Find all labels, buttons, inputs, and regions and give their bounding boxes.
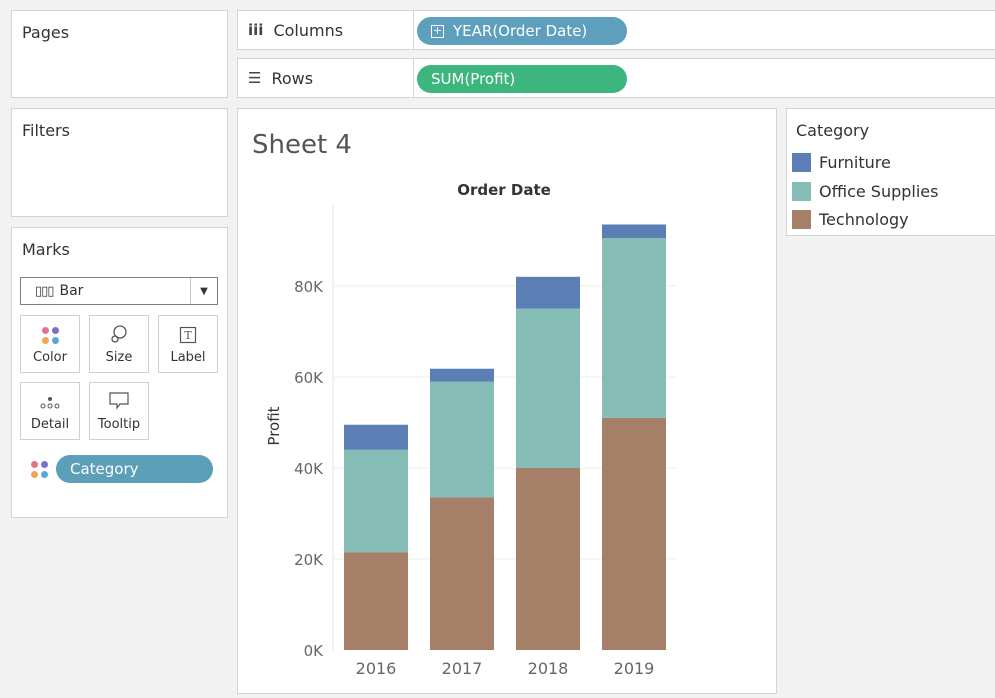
columns-shelf[interactable]: iii Columns + YEAR(Order Date) (237, 10, 995, 50)
sheet-title: Sheet 4 (252, 130, 352, 160)
mark-type-dropdown[interactable]: ▯▯▯ Bar ▼ (20, 277, 218, 305)
rows-shelf[interactable]: ☰ Rows SUM(Profit) (237, 58, 995, 98)
x-tick-label: 2018 (528, 659, 569, 678)
pages-panel[interactable]: Pages (11, 10, 228, 98)
bar-furniture-2017[interactable] (430, 368, 494, 382)
bar-furniture-2016[interactable] (344, 424, 408, 450)
size-icon (111, 325, 127, 343)
svg-text:T: T (184, 329, 192, 342)
y-tick-label: 60K (294, 369, 324, 387)
chart-header: Order Date (457, 181, 551, 199)
rows-shelf-label: ☰ Rows (238, 59, 414, 97)
pages-title: Pages (22, 23, 70, 42)
color-button[interactable]: Color (20, 315, 80, 373)
category-pill-label: Category (70, 460, 139, 478)
color-label: Color (33, 350, 67, 365)
bar-technology-2019[interactable] (602, 417, 666, 650)
legend-label: Office Supplies (819, 182, 939, 201)
legend-label: Technology (819, 210, 909, 229)
bar-office-supplies-2019[interactable] (602, 238, 666, 418)
bar-office-supplies-2018[interactable] (516, 308, 580, 468)
size-button[interactable]: Size (89, 315, 149, 373)
label-label: Label (170, 350, 206, 365)
columns-icon: iii (248, 21, 264, 39)
bar-technology-2017[interactable] (430, 497, 494, 650)
rows-label: Rows (271, 68, 314, 88)
color-dots-icon (41, 327, 59, 344)
columns-pill[interactable]: + YEAR(Order Date) (417, 17, 627, 45)
expand-plus-icon[interactable]: + (431, 24, 444, 38)
color-encoding-icon (31, 461, 48, 478)
bar-chart-icon: ▯▯▯ (35, 283, 54, 299)
filters-panel[interactable]: Filters (11, 108, 228, 217)
legend-item-office-supplies[interactable]: Office Supplies (792, 182, 938, 201)
chevron-down-icon[interactable]: ▼ (190, 278, 217, 304)
rows-icon: ☰ (248, 69, 262, 87)
y-tick-label: 20K (294, 551, 324, 569)
y-axis-title: Profit (265, 406, 283, 445)
columns-label: Columns (273, 20, 344, 40)
legend-label: Furniture (819, 153, 891, 172)
bar-office-supplies-2017[interactable] (430, 381, 494, 498)
size-label: Size (105, 350, 133, 365)
filters-title: Filters (22, 121, 70, 140)
legend-swatch (792, 182, 811, 201)
detail-label: Detail (30, 417, 70, 432)
tooltip-label: Tooltip (97, 417, 141, 432)
marks-title: Marks (22, 240, 70, 259)
columns-pill-label: YEAR(Order Date) (453, 22, 588, 40)
y-tick-label: 40K (294, 460, 324, 478)
y-tick-label: 0K (304, 642, 325, 660)
x-tick-label: 2016 (356, 659, 397, 678)
mark-type-value: Bar (59, 283, 84, 299)
detail-button[interactable]: Detail (20, 382, 80, 440)
rows-pill[interactable]: SUM(Profit) (417, 65, 627, 93)
y-tick-label: 80K (294, 278, 324, 296)
rows-pill-label: SUM(Profit) (431, 70, 516, 88)
bar-technology-2016[interactable] (344, 552, 408, 650)
legend-swatch (792, 210, 811, 229)
legend-item-furniture[interactable]: Furniture (792, 153, 891, 172)
x-tick-label: 2017 (442, 659, 483, 678)
label-button[interactable]: T Label (158, 315, 218, 373)
x-tick-label: 2019 (614, 659, 655, 678)
bar-office-supplies-2016[interactable] (344, 449, 408, 553)
tooltip-button[interactable]: Tooltip (89, 382, 149, 440)
bar-furniture-2018[interactable] (516, 276, 580, 309)
columns-shelf-label: iii Columns (238, 11, 414, 49)
legend-swatch (792, 153, 811, 172)
tooltip-icon (109, 392, 129, 410)
legend-title: Category (796, 121, 870, 140)
category-pill[interactable]: Category (56, 455, 213, 483)
sheet-view[interactable]: Sheet 4 Order Date 0K 20K 40K 60K 80K 2016 20… (237, 108, 777, 694)
bar-technology-2018[interactable] (516, 467, 580, 650)
legend-item-technology[interactable]: Technology (792, 210, 909, 229)
bar-furniture-2019[interactable] (602, 224, 666, 239)
detail-icon (40, 397, 60, 409)
text-label-icon: T (179, 326, 197, 344)
